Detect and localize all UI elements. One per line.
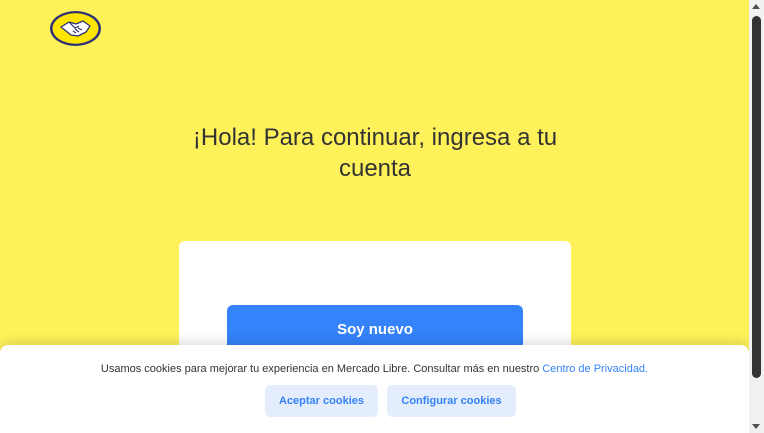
- cookie-banner: Usamos cookies para mejorar tu experienc…: [0, 345, 749, 433]
- vertical-scrollbar[interactable]: [749, 0, 764, 433]
- cookie-message: Usamos cookies para mejorar tu experienc…: [0, 363, 749, 375]
- accept-cookies-button[interactable]: Aceptar cookies: [265, 385, 378, 417]
- privacy-center-link[interactable]: Centro de Privacidad.: [542, 363, 648, 375]
- scrollbar-thumb[interactable]: [752, 16, 761, 378]
- scroll-down-arrow-icon[interactable]: [752, 424, 760, 429]
- login-page: ¡Hola! Para continuar, ingresa a tu cuen…: [0, 0, 764, 433]
- page-heading: ¡Hola! Para continuar, ingresa a tu cuen…: [192, 124, 558, 182]
- scroll-up-arrow-icon[interactable]: [752, 4, 760, 9]
- cookie-text: Usamos cookies para mejorar tu experienc…: [100, 363, 543, 375]
- configure-cookies-button[interactable]: Configurar cookies: [387, 385, 516, 417]
- mercado-libre-logo-icon[interactable]: [49, 10, 102, 47]
